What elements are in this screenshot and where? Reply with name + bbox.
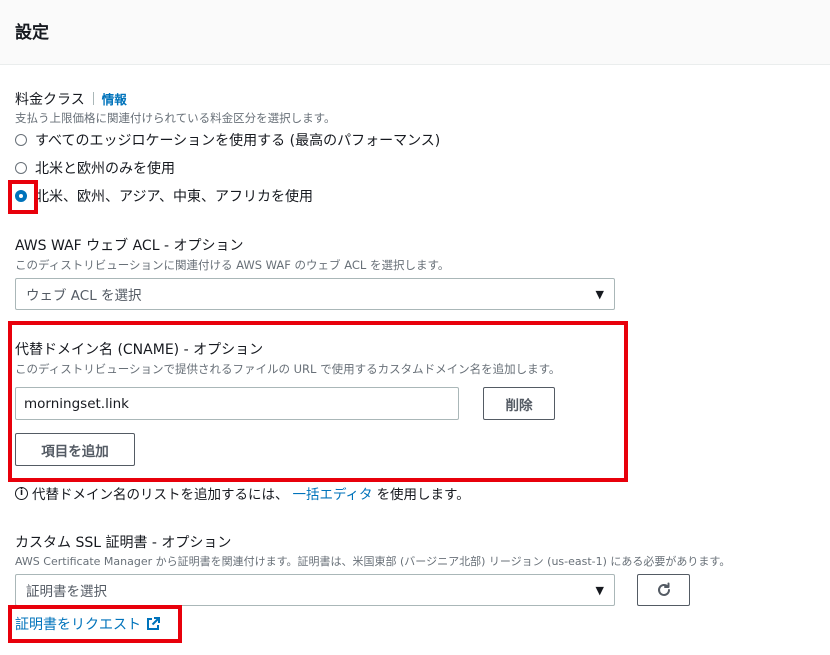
radio-label: すべてのエッジロケーションを使用する (最高のパフォーマンス) — [35, 133, 441, 149]
radio-button[interactable] — [15, 162, 27, 174]
caret-down-icon: ▼ — [595, 287, 604, 301]
price-class-option-all[interactable]: すべてのエッジロケーションを使用する (最高のパフォーマンス) — [15, 130, 440, 150]
hint-suffix: を使用します。 — [376, 487, 470, 503]
section-title: 設定 — [15, 23, 49, 43]
certificate-select[interactable]: 証明書を選択 ▼ — [15, 574, 615, 606]
remove-button[interactable]: 削除 — [483, 387, 555, 420]
external-link-icon — [147, 617, 160, 630]
ssl-description: AWS Certificate Manager から証明書を関連付けます。証明書… — [15, 555, 731, 568]
cname-hint: i 代替ドメイン名のリストを追加するには、 一括エディタ を使用します。 — [15, 483, 470, 503]
cname-label: 代替ドメイン名 (CNAME) - オプション — [15, 342, 264, 358]
highlight-radio — [8, 180, 38, 214]
certificate-select-placeholder: 証明書を選択 — [26, 584, 107, 600]
waf-select-placeholder: ウェブ ACL を選択 — [26, 288, 142, 304]
waf-label: AWS WAF ウェブ ACL - オプション — [15, 238, 244, 254]
info-separator — [92, 92, 94, 105]
price-class-option-na-eu-asia[interactable]: 北米、欧州、アジア、中東、アフリカを使用 — [15, 186, 313, 206]
caret-down-icon: ▼ — [595, 583, 604, 597]
waf-description: このディストリビューションに関連付ける AWS WAF のウェブ ACL を選択… — [15, 258, 450, 272]
price-class-label-row: 料金クラス 情報 — [15, 89, 127, 109]
info-link[interactable]: 情報 — [102, 92, 127, 107]
refresh-icon — [657, 582, 670, 596]
cname-input-value: morningset.link — [24, 395, 129, 412]
price-class-label: 料金クラス — [15, 92, 85, 108]
hint-prefix: 代替ドメイン名のリストを追加するには、 — [32, 487, 289, 503]
section-header — [0, 0, 830, 65]
price-class-option-na-eu[interactable]: 北米と欧州のみを使用 — [15, 158, 175, 178]
price-class-description: 支払う上限価格に関連付けられている料金区分を選択します。 — [15, 111, 336, 125]
waf-acl-select[interactable]: ウェブ ACL を選択 ▼ — [15, 278, 615, 310]
cname-description: このディストリビューションで提供されるファイルの URL で使用するカスタムドメ… — [15, 362, 561, 376]
bulk-editor-link[interactable]: 一括エディタ — [293, 483, 373, 503]
request-certificate-link[interactable]: 証明書をリクエスト — [15, 614, 160, 634]
info-icon: i — [15, 486, 28, 500]
radio-button[interactable] — [15, 134, 27, 146]
radio-label: 北米、欧州、アジア、中東、アフリカを使用 — [35, 189, 314, 205]
refresh-button[interactable] — [637, 574, 690, 606]
cname-input[interactable]: morningset.link — [15, 387, 459, 420]
request-certificate-label: 証明書をリクエスト — [15, 617, 141, 633]
add-item-button[interactable]: 項目を追加 — [15, 433, 135, 466]
ssl-label: カスタム SSL 証明書 - オプション — [15, 535, 232, 551]
radio-label: 北米と欧州のみを使用 — [35, 161, 175, 177]
